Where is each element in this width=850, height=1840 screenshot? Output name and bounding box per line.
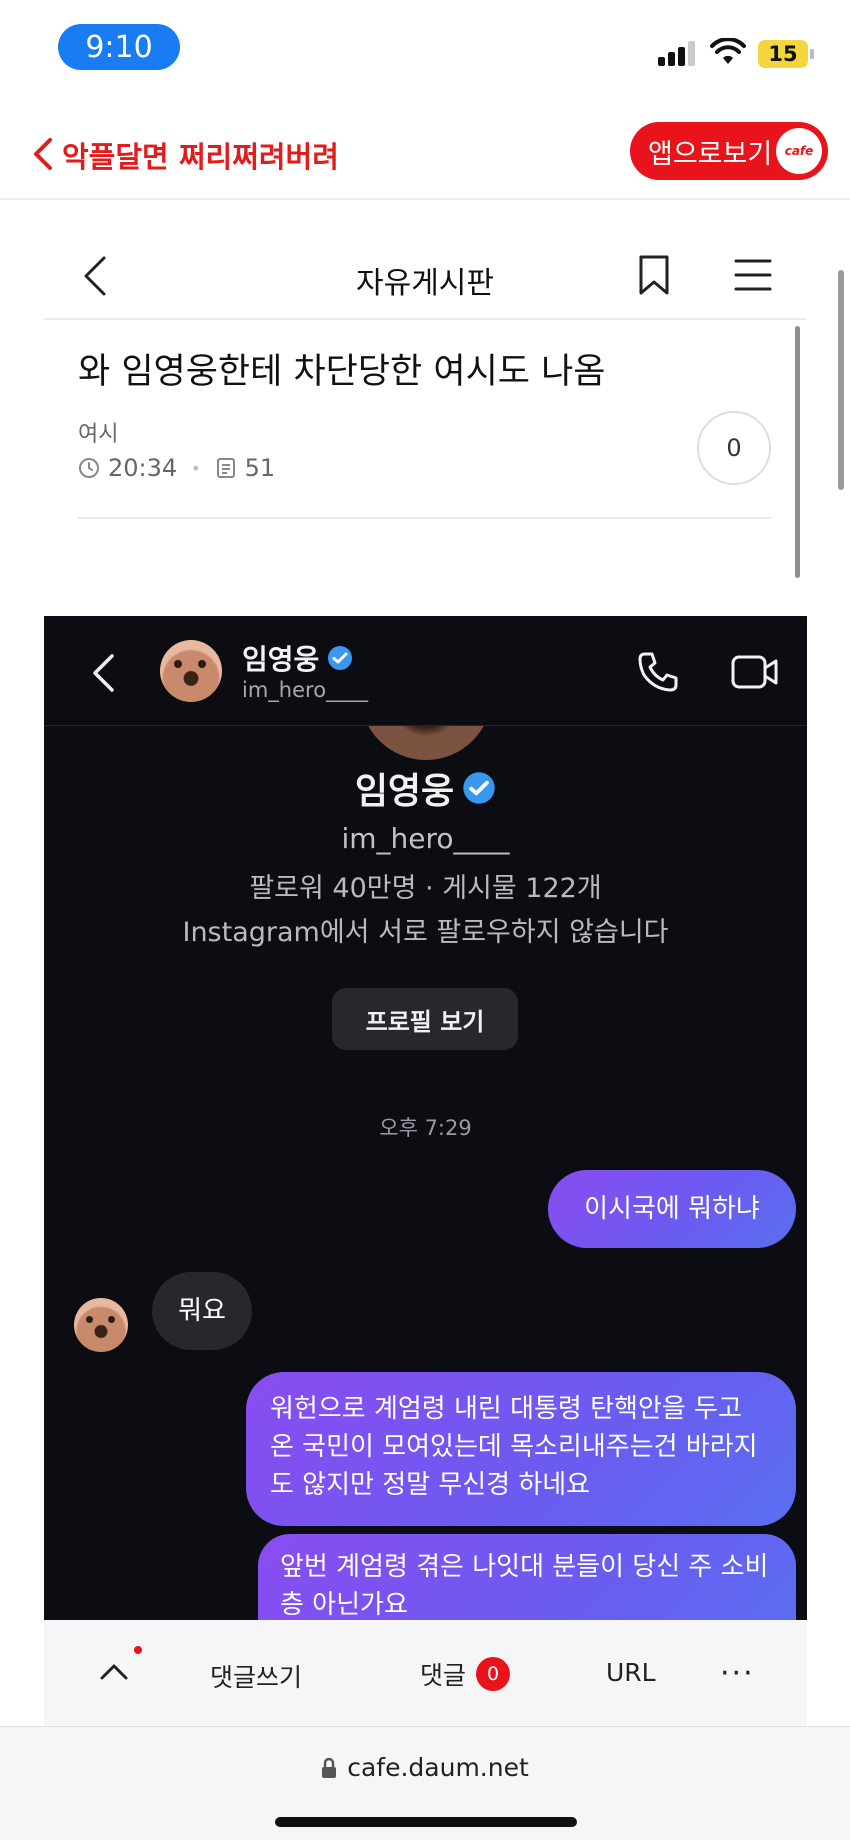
post-time: 20:34 (108, 454, 178, 482)
open-in-app-button[interactable]: 앱으로보기 cafe (630, 122, 828, 180)
write-comment-button[interactable]: 댓글쓰기 (210, 1658, 302, 1694)
profile-name: 임영웅 (44, 762, 807, 814)
dm-header: 임영웅 im_hero____ (44, 616, 807, 726)
cafe-title[interactable]: 악플달면 쩌리쩌려버려 (62, 134, 339, 176)
wifi-icon (710, 38, 746, 64)
url-text: cafe.daum.net (347, 1753, 529, 1782)
dm-avatar (160, 640, 222, 702)
profile-handle: im_hero____ (341, 822, 510, 855)
status-time: 9:10 (58, 24, 180, 70)
scroll-top-icon[interactable] (96, 1654, 132, 1690)
phone-icon (638, 652, 678, 692)
post-views: 51 (244, 454, 276, 482)
comments-label: 댓글 (420, 1661, 467, 1690)
clock-icon (79, 458, 99, 478)
post-action-bar: 댓글쓰기 댓글 0 URL ··· (44, 1620, 807, 1726)
status-bar: 9:10 15 (0, 0, 850, 100)
message-received: 뭐요 (152, 1272, 252, 1350)
message-sent: 이시국에 뭐하냐 (548, 1170, 796, 1248)
open-in-app-label: 앱으로보기 (648, 138, 773, 170)
board-title: 자유게시판 (356, 266, 494, 301)
signal-icon (658, 40, 698, 66)
dm-name: 임영웅 (242, 638, 353, 678)
comment-count-badge: 0 (476, 1657, 511, 1691)
home-indicator[interactable] (275, 1817, 577, 1827)
menu-icon[interactable] (734, 258, 772, 292)
url-button[interactable]: URL (606, 1658, 656, 1687)
embedded-screenshot: 임영웅 im_hero____ 임영웅 im_hero____ 팔로워 40만명… (44, 616, 807, 1620)
video-camera-icon (731, 655, 778, 689)
dm-handle: im_hero____ (242, 678, 369, 702)
post-title: 와 임영웅한테 차단당한 여시도 나옴 (78, 352, 606, 392)
profile-name-text: 임영웅 (354, 771, 455, 812)
battery-indicator: 15 (758, 40, 808, 68)
view-profile-button: 프로필 보기 (332, 988, 518, 1050)
comments-button[interactable]: 댓글 0 (420, 1656, 511, 1692)
chat-timestamp: 오후 7:29 (379, 1116, 472, 1140)
message-avatar (74, 1298, 128, 1352)
meta-separator: • (191, 458, 201, 478)
follow-note: Instagram에서 서로 팔로우하지 않습니다 (182, 917, 669, 948)
board-header: 자유게시판 (44, 236, 806, 320)
notification-dot (134, 1646, 142, 1654)
cafe-logo-icon: cafe (776, 128, 822, 174)
profile-verified-icon (463, 772, 495, 804)
page-scrollbar[interactable] (838, 270, 844, 490)
dm-back-icon (93, 654, 114, 692)
comment-count-button[interactable]: 0 (697, 411, 771, 485)
message-sent: 앞번 계엄령 겪은 나잇대 분들이 당신 주 소비층 아닌가요 (258, 1534, 796, 1620)
profile-stats: 팔로워 40만명 · 게시물 122개 (249, 873, 602, 904)
back-icon[interactable] (28, 136, 58, 172)
url-field[interactable]: cafe.daum.net (0, 1753, 850, 1782)
bookmark-icon[interactable] (638, 254, 670, 296)
post-author[interactable]: 여시 (78, 416, 118, 448)
cafe-header: 악플달면 쩌리쩌려버려 앱으로보기 cafe (0, 110, 850, 200)
message-sent: 워헌으로 계엄령 내린 대통령 탄핵안을 두고 온 국민이 모여있는데 목소리내… (246, 1372, 796, 1526)
post-divider (78, 517, 772, 519)
dm-name-text: 임영웅 (242, 643, 320, 676)
content-scrollbar[interactable] (795, 326, 800, 578)
more-button[interactable]: ··· (720, 1656, 755, 1691)
post-meta: 20:34 • 51 (78, 454, 275, 482)
document-icon (216, 458, 235, 478)
battery-tip (810, 49, 814, 59)
verified-badge-icon (328, 646, 353, 670)
lock-icon (322, 1757, 337, 1778)
browser-url-bar: cafe.daum.net (0, 1726, 850, 1840)
